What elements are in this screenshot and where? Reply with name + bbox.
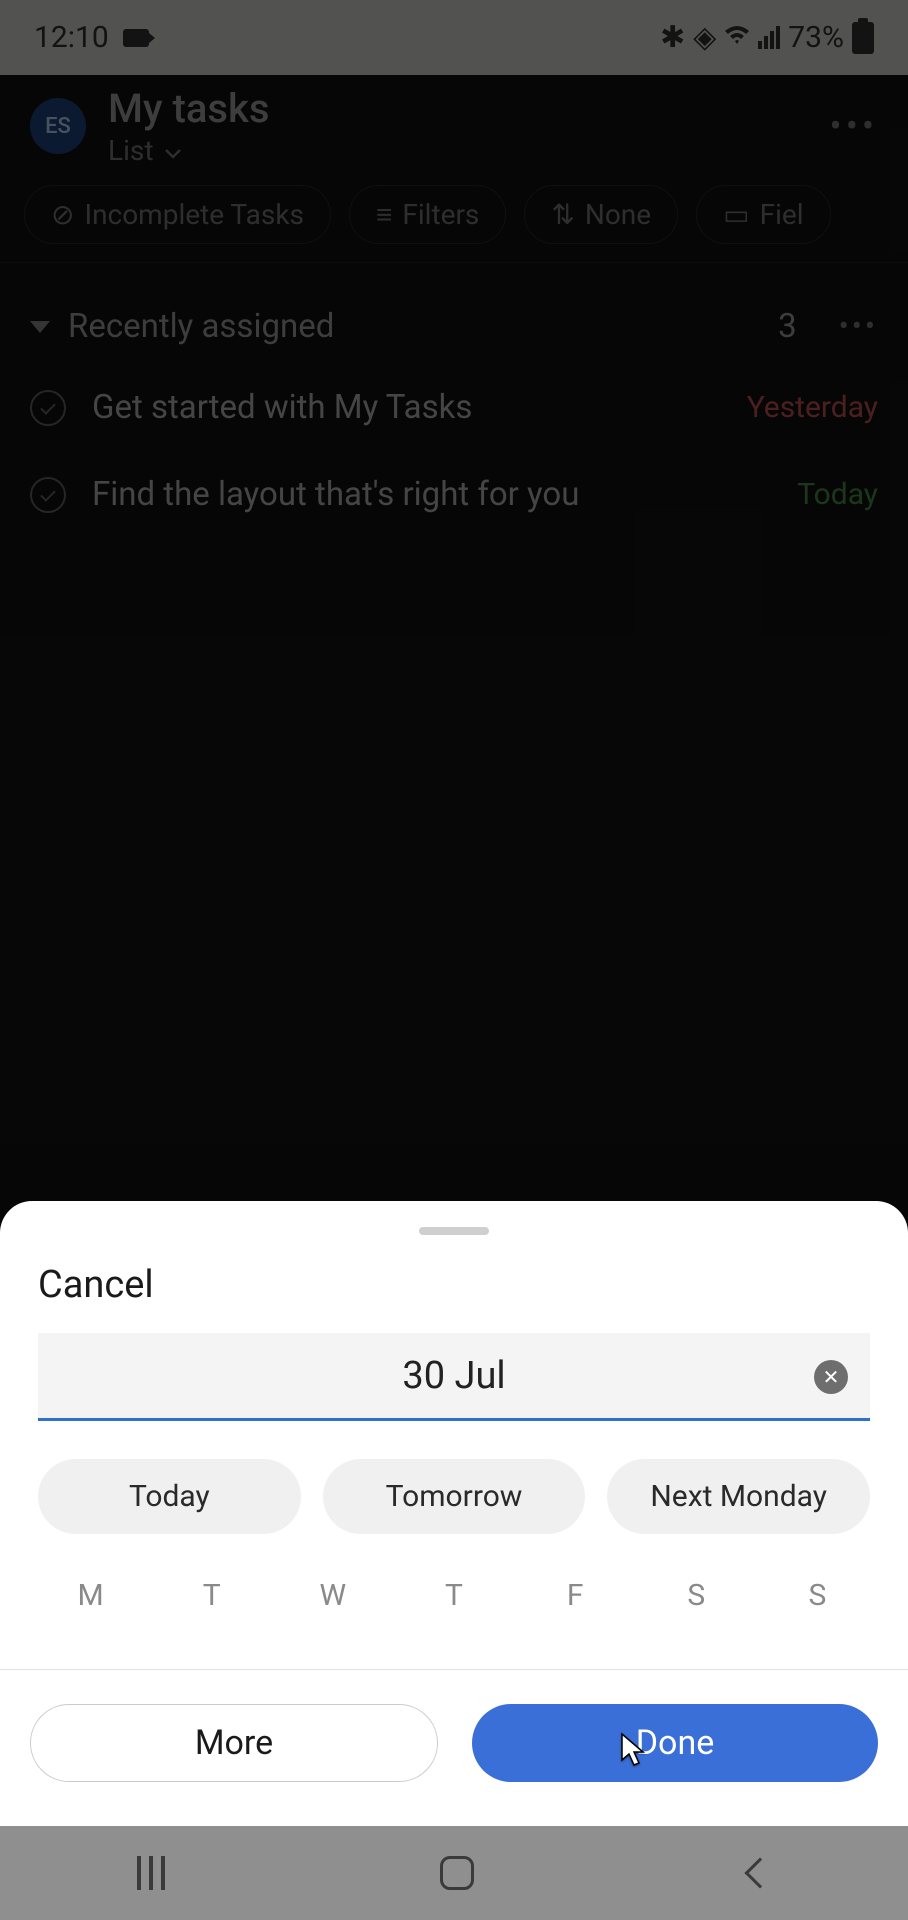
date-picker-sheet: Cancel ✕ Today Tomorrow Next Monday MTWT… [0, 1201, 908, 1826]
day-of-week: T [393, 1560, 514, 1623]
day-of-week: M [30, 1560, 151, 1623]
nav-home-button[interactable] [440, 1856, 474, 1890]
calendar: MTWTFSS [0, 1560, 908, 1659]
quick-today[interactable]: Today [38, 1459, 301, 1534]
cancel-button[interactable]: Cancel [0, 1263, 908, 1333]
android-nav-bar [0, 1826, 908, 1920]
clear-icon[interactable]: ✕ [814, 1360, 848, 1394]
more-button[interactable]: More [30, 1704, 438, 1782]
quick-tomorrow[interactable]: Tomorrow [323, 1459, 586, 1534]
nav-recent-button[interactable] [137, 1856, 165, 1890]
day-of-week: F [515, 1560, 636, 1623]
day-of-week: T [151, 1560, 272, 1623]
day-of-week: W [272, 1560, 393, 1623]
drag-handle[interactable] [419, 1227, 489, 1235]
day-of-week: S [757, 1560, 878, 1623]
done-button[interactable]: Done [472, 1704, 878, 1782]
nav-back-button[interactable] [744, 1857, 775, 1888]
quick-next-monday[interactable]: Next Monday [607, 1459, 870, 1534]
date-input[interactable] [38, 1333, 870, 1421]
day-of-week: S [636, 1560, 757, 1623]
